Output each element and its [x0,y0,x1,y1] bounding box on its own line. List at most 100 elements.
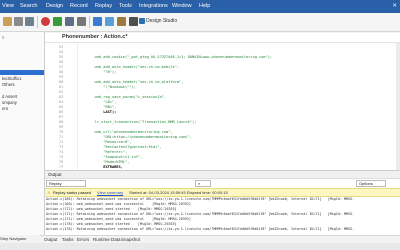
editor-tab[interactable]: Phonenumber : Action.c* [45,33,400,43]
step-navigator-tab[interactable]: Step Navigator [0,236,26,241]
panel-header-icon[interactable]: ≡ [2,35,4,40]
tab-snapshot[interactable]: Snapshot [121,237,140,242]
menu-design[interactable]: Design [46,0,63,13]
toolbar-separator [37,16,38,28]
line-number: 68 [59,120,64,124]
code-line[interactable]: "Mode=HTML", [86,160,129,164]
stop-icon[interactable] [77,17,86,26]
explorer-item[interactable]: ent [2,106,8,111]
explorer-item[interactable]: ompany [2,100,17,105]
tab-runtime-data[interactable]: Runtime Data [93,237,121,242]
line-number: 53 [59,45,64,49]
search-button[interactable]: ⌕ [195,180,211,187]
menu-view[interactable]: View [2,0,14,13]
explorer-item[interactable]: d Assert [2,94,17,99]
line-number: 73 [59,145,64,149]
code-line[interactable]: EXTRARES, [86,165,123,169]
tab-output[interactable]: Output [44,237,58,242]
selected-item[interactable] [0,70,44,75]
options-dropdown[interactable]: Options [356,180,386,187]
menu-window[interactable]: Window [172,0,192,13]
explorer-item[interactable]: kedSuffix1 [2,76,21,81]
code-line[interactable]: "RecContentType=text/html", [86,145,161,149]
code-line[interactable]: "Snapshot=t1.inf", [86,155,142,159]
editor-scrollbar[interactable] [396,43,400,170]
design-studio-button[interactable]: Design Studio [146,18,177,24]
code-editor[interactable]: web_add_cookie("_gat_gtag_UA_57327048_1=… [78,43,400,170]
code-line[interactable]: "RB=", [86,105,116,109]
started-text: Started at: 04-03-2024 15:59:45 Elapsed … [129,190,228,195]
editor-title: Phonenumber : Action.c* [62,34,128,40]
line-number: 77 [59,165,64,169]
output-controls: Replay ⌕ Options [45,179,400,187]
code-line[interactable]: "Resource=0", [86,140,131,144]
code-line[interactable]: web_add_auto_header("sec-ch-ua-mobile", [86,65,179,69]
line-number: 64 [59,100,64,104]
menu-replay[interactable]: Replay [95,0,112,13]
line-number: 55 [59,55,64,59]
line-number: 74 [59,150,64,154]
pause-icon[interactable] [65,17,74,26]
view-summary-link[interactable]: View summary [97,190,123,195]
tab-tasks[interactable]: Tasks [62,237,74,242]
code-line[interactable]: web_add_auto_header("sec-ch-ua-platform"… [86,80,184,84]
code-line[interactable]: "LB=", [86,100,116,104]
transaction-icon[interactable] [117,17,126,26]
log-line: Action.c(172): web_websocket_send was su… [46,217,191,221]
line-number: 72 [59,140,64,144]
window-close-icon[interactable]: ✕ [392,0,397,13]
line-number: 54 [59,50,64,54]
line-number: 57 [59,65,64,69]
status-bar [0,243,400,250]
new-script-icon[interactable] [3,17,12,26]
comment-icon[interactable] [129,17,138,26]
code-line[interactable]: lr_start_transaction("Transaction_NMR_La… [86,120,197,124]
save-icon[interactable] [25,17,34,26]
code-line[interactable]: web_reg_save_param("c_sessionId", [86,95,166,99]
code-line[interactable]: "URL=https://phonenumbermonitoring.com/"… [86,135,192,139]
output-title: Output [48,172,62,177]
line-number: 75 [59,155,64,159]
line-number: 56 [59,60,64,64]
tab-errors[interactable]: Errors [77,237,89,242]
open-icon[interactable] [14,17,23,26]
breakpoint-icon[interactable] [105,17,114,26]
line-number: 66 [59,110,64,114]
code-line[interactable]: "Referer=", [86,150,127,154]
warning-icon: ⚠ [47,190,51,195]
code-line[interactable]: "\"Windows\""); [86,85,135,89]
toolbar-separator [89,16,90,28]
line-number-gutter: 53 54 55 56 57 58 59 60 61 62 63 64 65 66 67 68 69 70 71 72… [45,43,78,170]
output-source-dropdown[interactable]: Replay [46,180,86,187]
step-icon[interactable] [93,17,102,26]
line-number: 76 [59,160,64,164]
line-number: 59 [59,75,64,79]
line-number: 63 [59,95,64,99]
line-number: 62 [59,90,64,94]
explorer-item[interactable]: Others [2,82,15,87]
log-line: Action.c(166): Retaining websocket conne… [46,197,355,201]
output-panel: Output Replay ⌕ Options ⚠ Replay status … [45,171,400,235]
code-line[interactable]: web_add_cookie("_gat_gtag_UA_57327048_1=… [86,55,272,59]
menu-help[interactable]: Help [199,0,210,13]
dropdown-value: Replay [49,181,62,186]
log-line: Action.c(160): web_websocket_send was su… [46,202,191,206]
line-number: 65 [59,105,64,109]
menu-tools[interactable]: Tools [119,0,132,13]
log-line: Action.c(178): Retaining websocket conne… [46,227,355,231]
line-number: 71 [59,135,64,139]
menu-record[interactable]: Record [70,0,88,13]
code-line[interactable]: web_url("phonenumbermonitoring.com", [86,130,173,134]
replay-icon[interactable] [53,17,62,26]
design-studio-icon[interactable] [139,18,145,24]
menu-integrations[interactable]: Integrations [139,0,168,13]
code-line[interactable]: "?0"); [86,70,116,74]
line-number: 58 [59,70,64,74]
options-label: Options [359,181,373,186]
line-number: 60 [59,80,64,84]
record-icon[interactable] [41,17,50,26]
line-number: 61 [59,85,64,89]
output-log[interactable]: Action.c(166): Retaining websocket conne… [45,196,400,235]
code-line[interactable]: LAST); [86,110,116,114]
menu-search[interactable]: Search [20,0,37,13]
